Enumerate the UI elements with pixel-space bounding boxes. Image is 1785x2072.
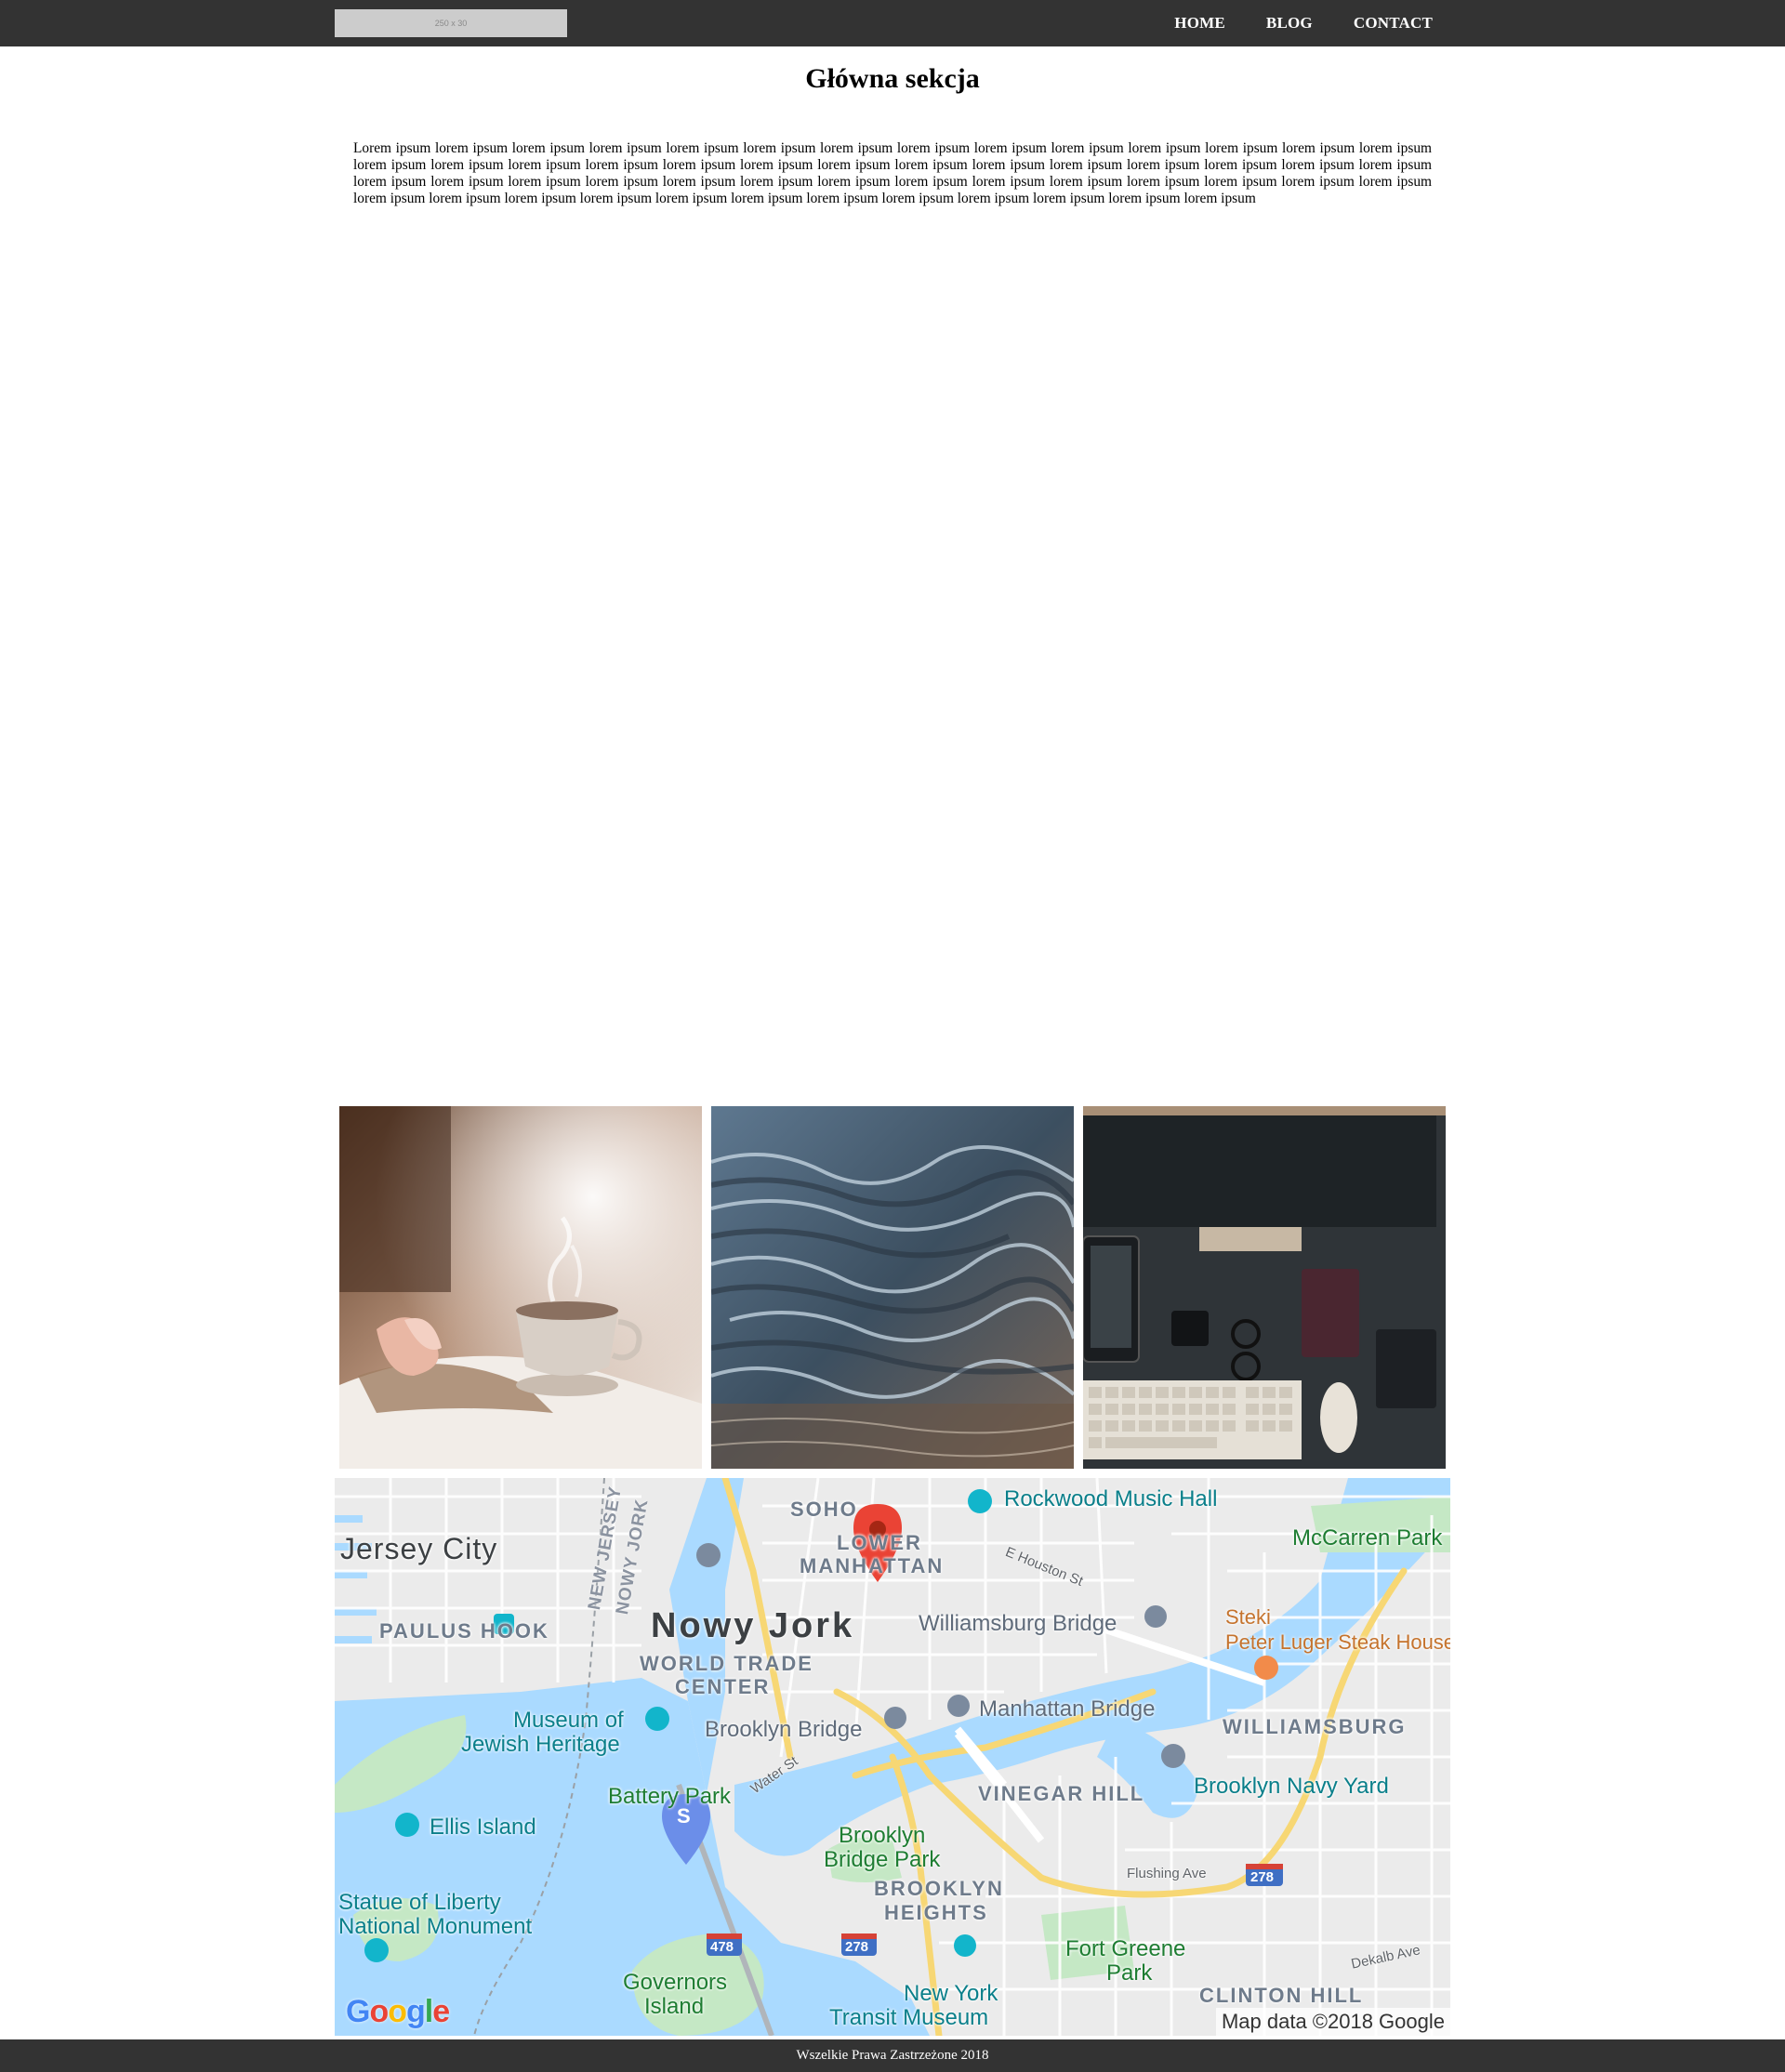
top-navbar: 250 x 30 HOME BLOG CONTACT — [0, 0, 1785, 46]
map-label-steki[interactable]: Steki — [1225, 1606, 1271, 1628]
map-label-manhattan-bridge[interactable]: Manhattan Bridge — [979, 1697, 1155, 1721]
map-label-bk-heights-2: HEIGHTS — [884, 1901, 988, 1924]
footer-copyright: Wszelkie Prawa Zastrzeżone 2018 — [796, 2048, 989, 2063]
map-label-fort-greene-2[interactable]: Park — [1106, 1961, 1152, 1985]
google-map[interactable]: Jersey City PAULUS HOOK NEW JERSEY NOWY … — [335, 1478, 1450, 2036]
section-title: Główna sekcja — [805, 63, 980, 94]
highway-278-a-label: 278 — [845, 1939, 869, 1955]
map-label-liberty-1[interactable]: Statue of Liberty — [338, 1891, 501, 1914]
tea-photo-illustration — [339, 1106, 702, 1469]
map-label-wtc-2: CENTER — [675, 1675, 771, 1698]
map-label-williamsburg: WILLIAMSBURG — [1223, 1715, 1407, 1738]
map-label-transit-2[interactable]: Transit Museum — [829, 2006, 988, 2029]
map-label-ellis-island[interactable]: Ellis Island — [430, 1815, 536, 1839]
map-label-bk-heights-1: BROOKLYN — [874, 1877, 1004, 1900]
map-label-transit-1[interactable]: New York — [904, 1982, 998, 2005]
water-photo-illustration — [711, 1106, 1074, 1469]
main-nav: HOME BLOG CONTACT — [1133, 0, 1433, 46]
map-label-nowy-jork: Nowy Jork — [651, 1606, 855, 1645]
map-label-brooklyn-bridge[interactable]: Brooklyn Bridge — [705, 1718, 862, 1741]
map-label-vinegar-hill: VINEGAR HILL — [978, 1782, 1145, 1805]
image-gallery — [339, 1106, 1447, 1469]
map-label-wtc-1: WORLD TRADE — [640, 1652, 813, 1675]
map-label-paulus-hook: PAULUS HOOK — [379, 1619, 549, 1643]
gallery-image-water[interactable] — [711, 1106, 1074, 1469]
map-label-peter-luger[interactable]: Peter Luger Steak House — [1225, 1631, 1450, 1653]
gallery-image-tea[interactable] — [339, 1106, 702, 1469]
logo-placeholder[interactable]: 250 x 30 — [335, 9, 567, 37]
map-label-mccarren[interactable]: McCarren Park — [1292, 1526, 1442, 1550]
map-label-battery-park[interactable]: Battery Park — [608, 1785, 731, 1808]
nav-home-link[interactable]: HOME — [1174, 14, 1225, 33]
desk-photo-illustration — [1083, 1106, 1446, 1469]
highway-278-b-label: 278 — [1250, 1869, 1275, 1885]
map-label-fort-greene-1[interactable]: Fort Greene — [1065, 1937, 1185, 1960]
google-logo[interactable]: Google — [346, 1994, 450, 2030]
map-label-flushing: Flushing Ave — [1127, 1866, 1207, 1881]
gallery-image-desk[interactable] — [1083, 1106, 1446, 1469]
map-label-lower-2: MANHATTAN — [800, 1554, 945, 1577]
marker-s-label: S — [677, 1804, 691, 1828]
map-label-museum-2[interactable]: Jewish Heritage — [461, 1733, 620, 1756]
map-label-jersey-city: Jersey City — [340, 1532, 498, 1565]
site-footer: Wszelkie Prawa Zastrzeżone 2018 — [0, 2039, 1785, 2072]
section-text: Lorem ipsum lorem ipsum lorem ipsum lore… — [353, 140, 1432, 206]
map-attribution[interactable]: Map data ©2018 Google — [1215, 2008, 1450, 2036]
map-label-liberty-2[interactable]: National Monument — [338, 1915, 532, 1938]
map-label-clinton-hill: CLINTON HILL — [1199, 1984, 1364, 2007]
map-label-navy-yard[interactable]: Brooklyn Navy Yard — [1194, 1775, 1389, 1798]
map-label-williamsburg-bridge[interactable]: Williamsburg Bridge — [919, 1612, 1117, 1635]
map-label-governors-2[interactable]: Island — [644, 1995, 704, 2018]
map-label-bb-park-1[interactable]: Brooklyn — [839, 1824, 925, 1847]
highway-478-a-label: 478 — [710, 1939, 734, 1955]
map-label-museum-1[interactable]: Museum of — [513, 1709, 624, 1732]
map-label-governors-1[interactable]: Governors — [623, 1971, 727, 1994]
map-label-bb-park-2[interactable]: Bridge Park — [824, 1848, 940, 1871]
nav-blog-link[interactable]: BLOG — [1266, 14, 1313, 33]
map-label-soho: SOHO — [790, 1498, 858, 1521]
map-label-rockwood[interactable]: Rockwood Music Hall — [1004, 1487, 1217, 1511]
map-label-lower-1: LOWER — [837, 1531, 922, 1554]
nav-contact-link[interactable]: CONTACT — [1354, 14, 1433, 33]
